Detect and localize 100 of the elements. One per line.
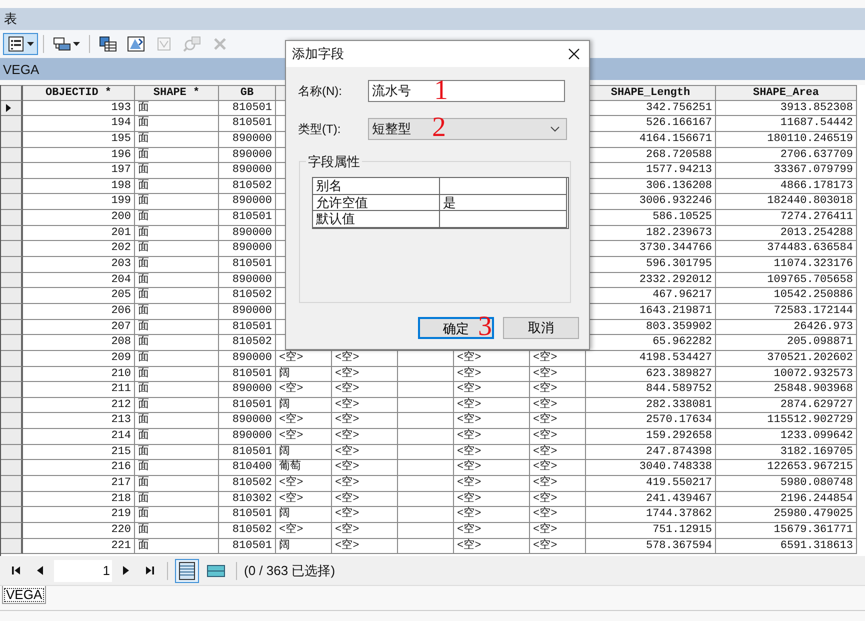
table-cell: 面	[135, 132, 219, 148]
table-cell: <空>	[332, 460, 398, 476]
table-cell: 2874.629727	[716, 398, 857, 414]
table-cell: 203	[23, 257, 135, 273]
table-cell: 810502	[219, 522, 276, 539]
table-cell: 201	[23, 226, 135, 242]
table-cell: 810302	[219, 492, 276, 508]
table-cell: <空>	[276, 492, 332, 508]
table-cell: 212	[23, 398, 135, 414]
table-cell: 10072.932573	[716, 366, 857, 382]
table-cell: 面	[135, 444, 219, 460]
table-cell: 204	[23, 272, 135, 288]
table-cell: 810501	[219, 100, 276, 116]
page-field[interactable]: 1	[54, 560, 112, 582]
table-cell: 193	[23, 100, 135, 116]
table-cell: 844.589752	[586, 382, 716, 398]
table-cell: <空>	[454, 398, 530, 414]
row-header[interactable]	[1, 100, 23, 116]
close-icon	[568, 48, 580, 60]
table-cell: 2196.244854	[716, 492, 857, 508]
column-header[interactable]: OBJECTID *	[23, 85, 135, 101]
row-view-icon	[207, 564, 225, 576]
table-cell: <空>	[454, 366, 530, 382]
table-cell: <空>	[276, 476, 332, 492]
table-cell	[398, 522, 454, 539]
property-value[interactable]	[440, 211, 567, 228]
table-cell: 890000	[219, 382, 276, 398]
table-cell: 72583.172144	[716, 304, 857, 320]
table-cell: 7274.276411	[716, 210, 857, 226]
table-cell: 面	[135, 210, 219, 226]
show-all-records-button[interactable]	[175, 558, 199, 582]
table-options-button[interactable]	[3, 33, 38, 55]
table-cell: <空>	[530, 522, 586, 539]
corner-header[interactable]	[1, 85, 23, 101]
table-cell: 209	[23, 350, 135, 367]
table-cell: 阔	[276, 366, 332, 382]
table-tab[interactable]: VEGA	[2, 586, 46, 604]
table-cell: 200	[23, 210, 135, 226]
table-cell: <空>	[530, 492, 586, 508]
field-label: 类型(T):	[298, 120, 342, 138]
table-cell: 180110.246519	[716, 132, 857, 148]
table-cell: 751.12915	[586, 522, 716, 539]
column-header[interactable]: SHAPE *	[135, 85, 219, 101]
column-header[interactable]: GB	[219, 85, 276, 101]
table-cell: 面	[135, 304, 219, 320]
table-cell: 10542.250886	[716, 288, 857, 304]
table-cell: 面	[135, 194, 219, 210]
table-cell: 面	[135, 522, 219, 539]
property-name: 默认值	[316, 211, 355, 226]
table-cell: 109765.705658	[716, 272, 857, 288]
table-cell: 面	[135, 241, 219, 258]
table-cell: 810502	[219, 335, 276, 351]
table-cell: <空>	[332, 444, 398, 460]
table-cell: 890000	[219, 132, 276, 148]
property-value[interactable]	[440, 178, 567, 194]
table-cell: <空>	[454, 476, 530, 492]
table-cell: <空>	[332, 522, 398, 539]
dialog-title: 添加字段	[292, 45, 344, 63]
table-cell: 810501	[219, 257, 276, 273]
table-cell: <空>	[454, 382, 530, 398]
cancel-button[interactable]: 取消	[503, 317, 579, 339]
table-cell: 面	[135, 350, 219, 367]
table-cell: 6591.318613	[716, 538, 857, 554]
caret-icon	[73, 42, 80, 46]
table-cell: 890000	[219, 413, 276, 430]
group-title: 字段属性	[306, 153, 362, 171]
table-cell	[398, 538, 454, 554]
property-name: 别名	[316, 178, 342, 193]
skip-last-icon	[146, 566, 154, 575]
triangle-left-icon	[37, 566, 43, 575]
table-cell: 面	[135, 288, 219, 304]
property-value[interactable]: 是	[440, 194, 567, 211]
table-cell: <空>	[530, 460, 586, 476]
table-cell: 面	[135, 538, 219, 554]
table-cell: 面	[135, 178, 219, 194]
table-cell: 210	[23, 366, 135, 382]
table-cell: 1233.099642	[716, 429, 857, 445]
table-cell: <空>	[454, 444, 530, 460]
table-cell: <空>	[276, 413, 332, 430]
window-title: 表	[4, 10, 17, 28]
table-cell: 890000	[219, 163, 276, 179]
table-cell: 4198.534427	[586, 350, 716, 367]
table-cell: 216	[23, 460, 135, 476]
table-cell: 26426.973	[716, 320, 857, 336]
table-cell: <空>	[530, 366, 586, 382]
table-cell: 159.292658	[586, 429, 716, 445]
table-cell: 面	[135, 100, 219, 116]
table-title: VEGA	[3, 62, 40, 76]
table-cell: <空>	[530, 398, 586, 414]
table-cell: 890000	[219, 429, 276, 445]
table-cell: 810501	[219, 116, 276, 132]
column-header[interactable]: SHAPE_Area	[716, 85, 857, 101]
table-cell: 890000	[219, 350, 276, 367]
table-cell: 213	[23, 413, 135, 430]
table-cell: 419.550217	[586, 476, 716, 492]
table-cell: 208	[23, 335, 135, 351]
table-cell: <空>	[454, 507, 530, 523]
list-view-icon	[179, 562, 195, 580]
table-cell: 阔	[276, 398, 332, 414]
table-cell: 面	[135, 148, 219, 164]
